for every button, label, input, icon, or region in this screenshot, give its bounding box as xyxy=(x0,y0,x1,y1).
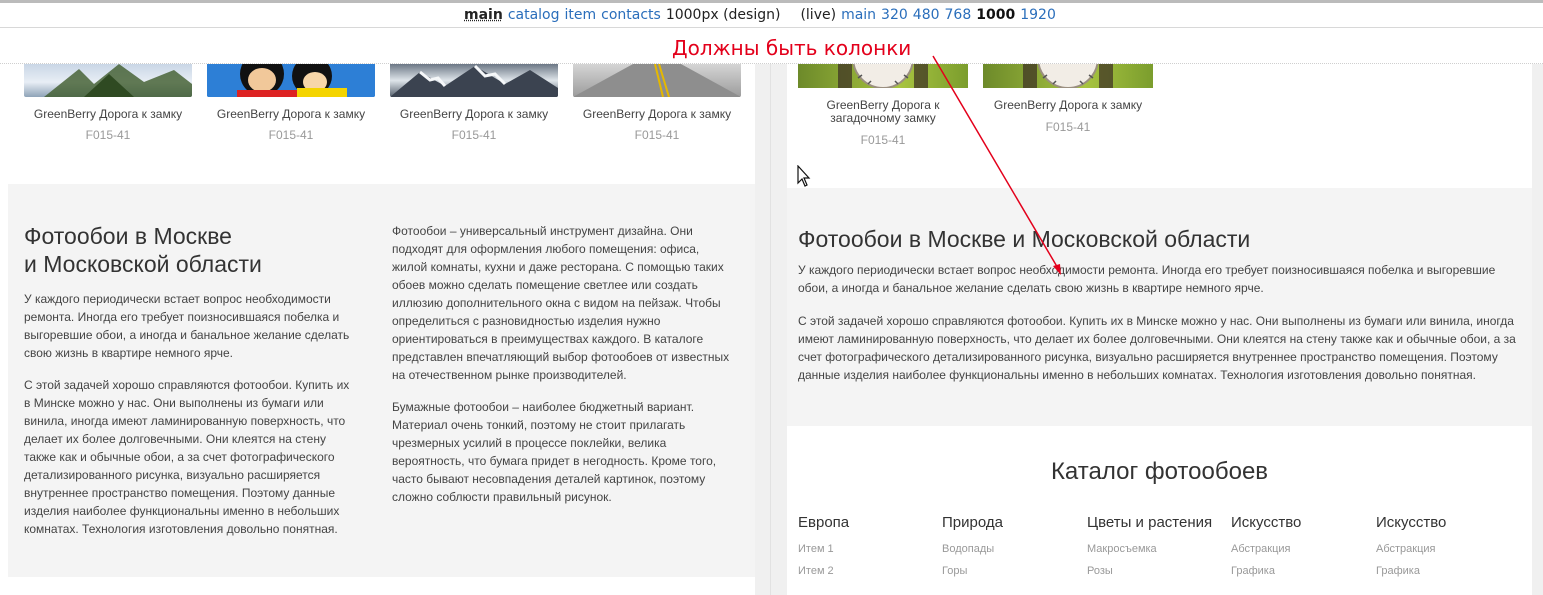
mouse-cursor-icon xyxy=(797,165,811,187)
annotation-arrow-icon xyxy=(932,55,1061,275)
